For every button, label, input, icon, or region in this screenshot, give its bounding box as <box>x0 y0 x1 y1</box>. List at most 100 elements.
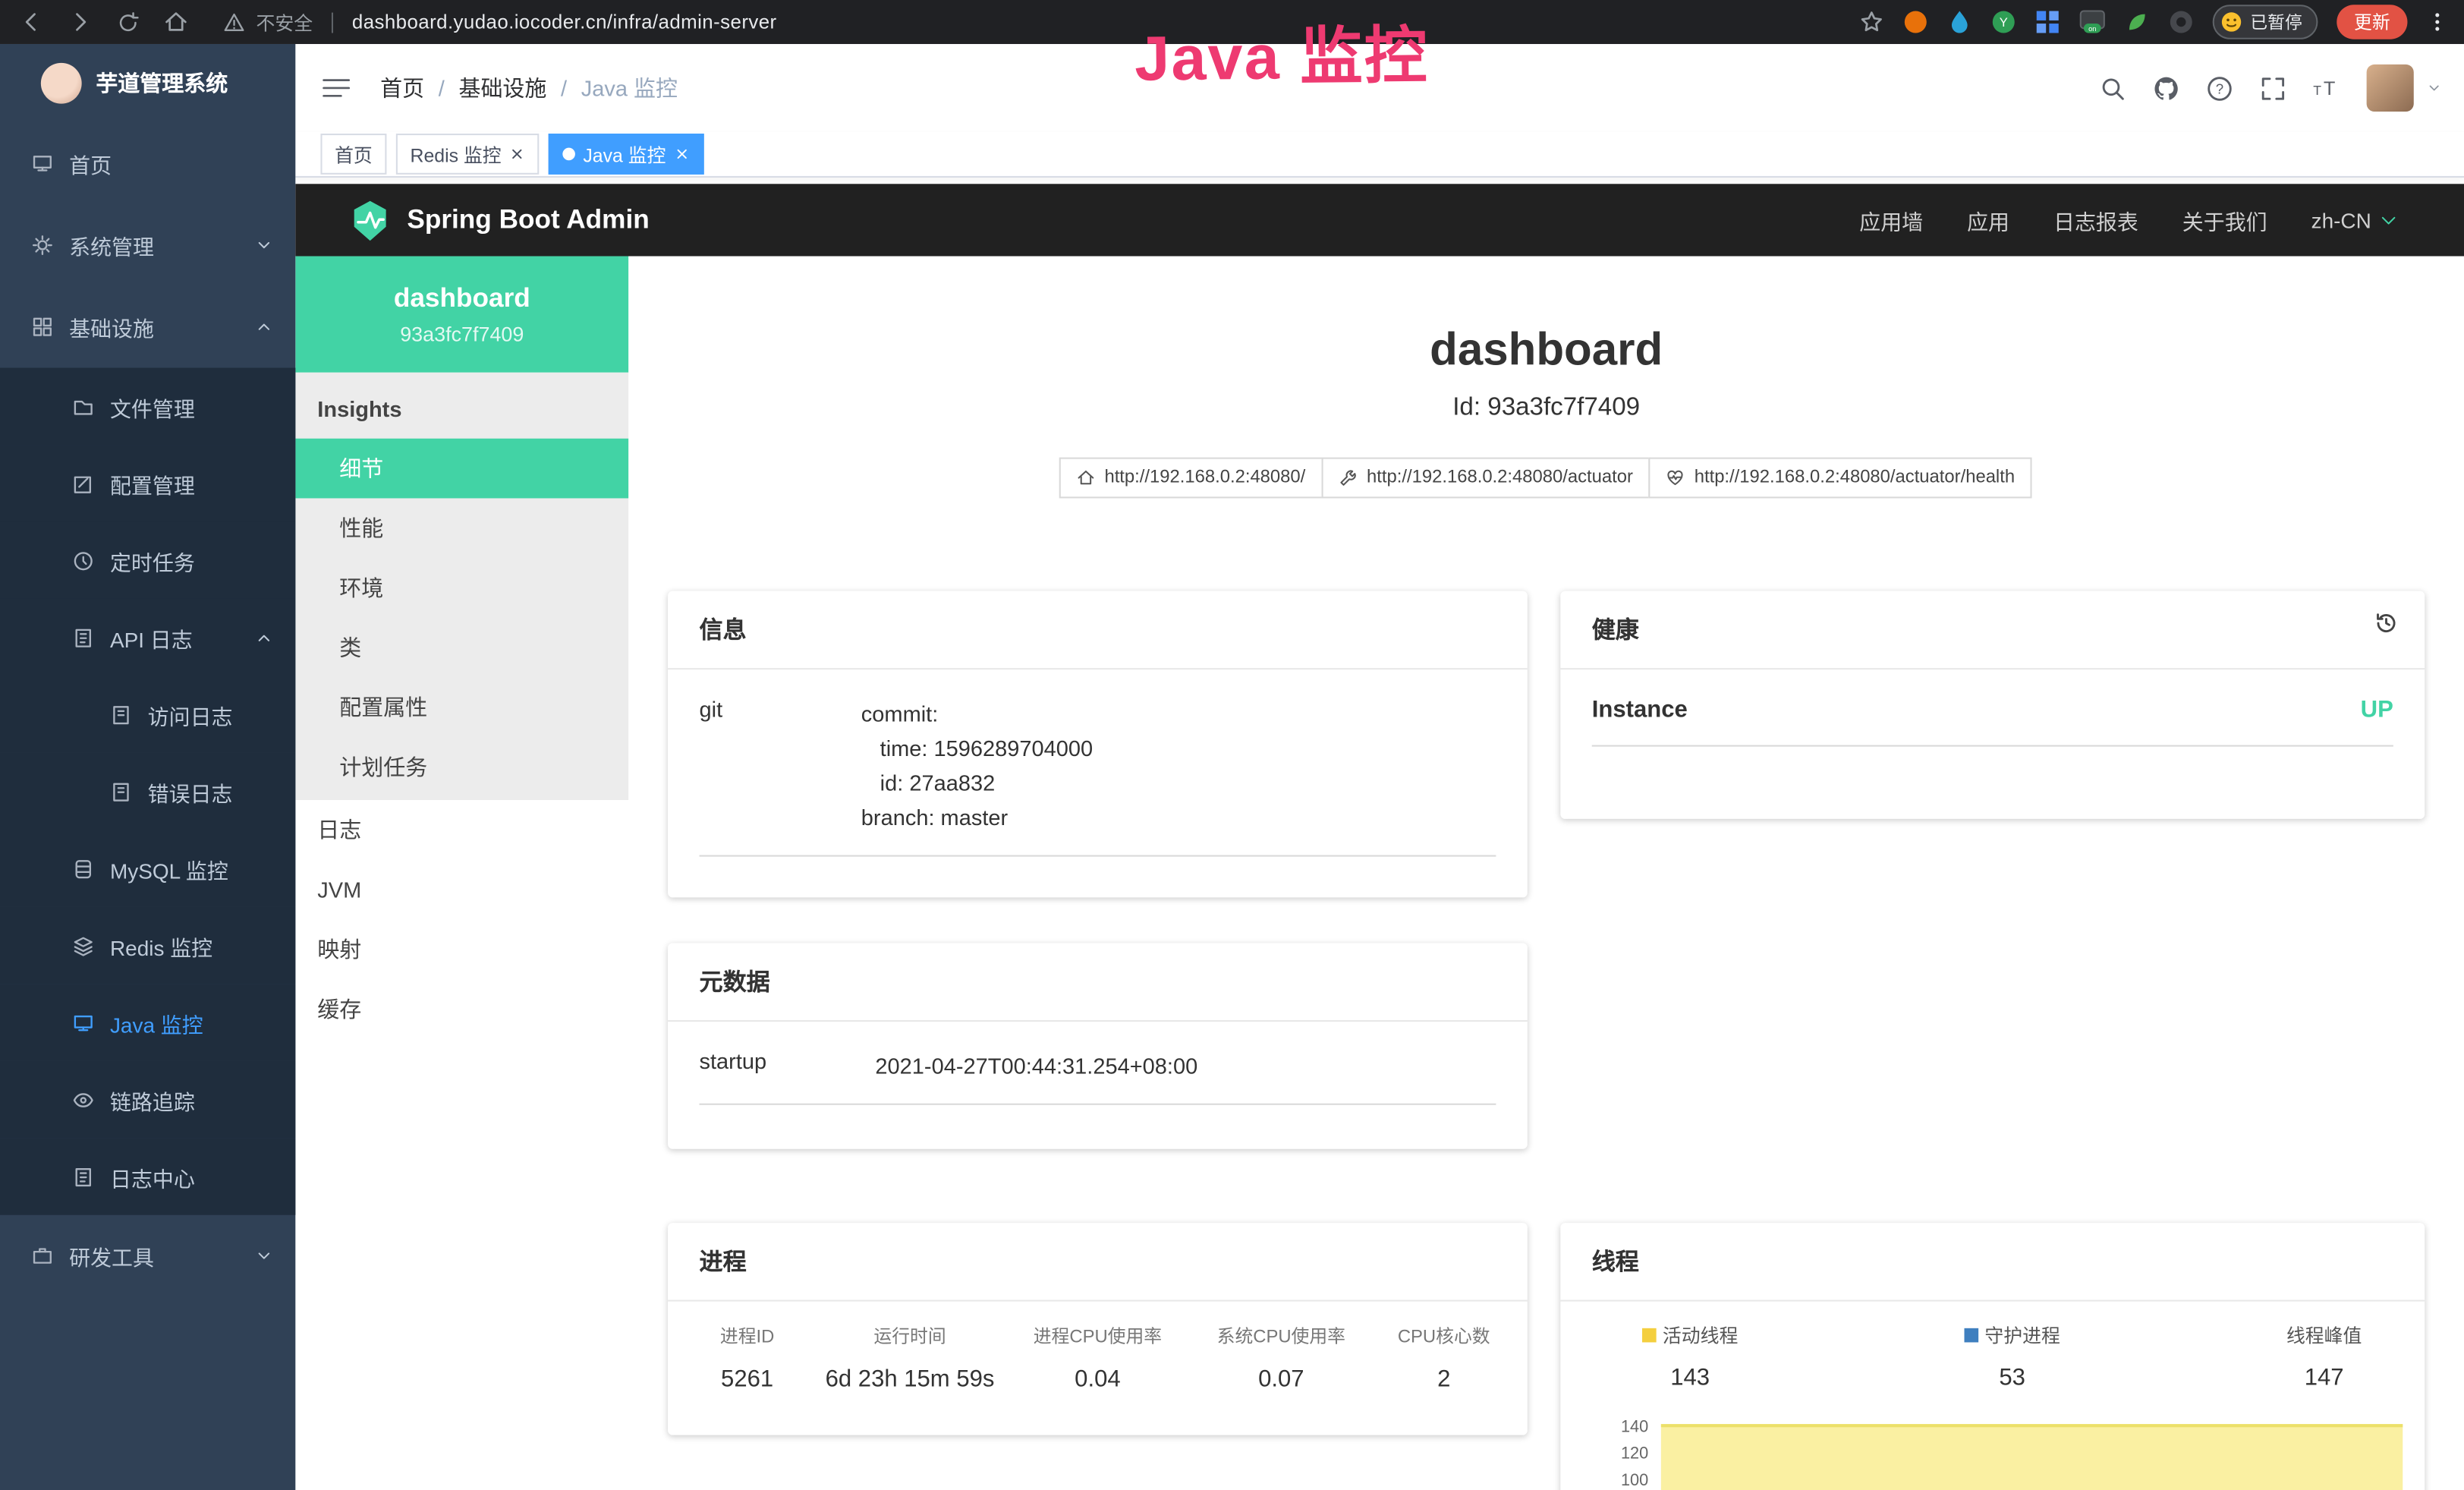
sba-nav-applications[interactable]: 应用 <box>1967 204 2009 235</box>
forward-icon[interactable] <box>68 9 93 34</box>
sidebar-item-mysql[interactable]: MySQL 监控 <box>0 830 295 906</box>
sba-nav-language[interactable]: zh-CN <box>2311 208 2398 232</box>
sidebar-item-redis[interactable]: Redis 监控 <box>0 907 295 984</box>
sidebar-item-devtools[interactable]: 研发工具 <box>0 1215 295 1297</box>
header-actions: ? TT <box>2100 65 2464 112</box>
status-badge: UP <box>2361 696 2393 723</box>
sba-item-caches[interactable]: 缓存 <box>295 979 628 1039</box>
bookmark-star-icon[interactable] <box>1859 9 1884 34</box>
refresh-icon[interactable] <box>116 10 140 33</box>
app-logo[interactable]: 芋道管理系统 <box>0 44 295 123</box>
user-avatar[interactable] <box>2367 65 2414 112</box>
history-icon[interactable] <box>2373 610 2399 636</box>
extension-dark-icon[interactable] <box>2169 9 2194 34</box>
paused-label: 已暂停 <box>2250 9 2302 34</box>
tags-view: 首页 Redis 监控 Java 监控 <box>295 132 2464 178</box>
sidebar-item-error-log[interactable]: 错误日志 <box>0 753 295 830</box>
metadata-card: 元数据 startup 2021-04-27T00:44:31.254+08:0… <box>668 943 1528 1148</box>
github-icon[interactable] <box>2153 74 2179 101</box>
extension-green-y-icon[interactable]: Y <box>1991 9 2016 34</box>
sidebar-item-system[interactable]: 系统管理 <box>0 204 295 286</box>
sidebar-item-config[interactable]: 配置管理 <box>0 445 295 521</box>
instance-link-root[interactable]: http://192.168.0.2:48080/ <box>1059 458 1323 499</box>
threads-card: 线程 活动线程 143 守护进程 53 线程峰值 <box>1560 1223 2425 1490</box>
log-doc-icon <box>110 704 132 726</box>
sba-item-scheduled-tasks[interactable]: 计划任务 <box>295 737 628 797</box>
sba-item-jvm[interactable]: JVM <box>295 860 628 920</box>
language-label: zh-CN <box>2311 208 2371 232</box>
hamburger-icon[interactable] <box>320 72 351 103</box>
sidebar-item-job[interactable]: 定时任务 <box>0 522 295 599</box>
screen: Java 监控 不安全 dashboard.yudao.iocoder.cn/i… <box>0 0 2464 1490</box>
sba-item-environment[interactable]: 环境 <box>295 558 628 618</box>
instance-id: 93a3fc7f7409 <box>400 323 524 346</box>
sba-brand[interactable]: Spring Boot Admin <box>407 204 649 235</box>
instance-name: dashboard <box>394 283 530 314</box>
help-icon[interactable]: ? <box>2206 74 2233 101</box>
browser-menu-icon[interactable] <box>2426 11 2448 33</box>
legend-label: 守护进程 <box>1984 1322 2060 1349</box>
threads-chart: 140 120 100 <box>1589 1412 2406 1490</box>
sidebar-item-label: MySQL 监控 <box>110 852 228 884</box>
breadcrumb-item-current: Java 监控 <box>581 72 678 103</box>
metadata-value: 2021-04-27T00:44:31.254+08:00 <box>875 1048 1496 1083</box>
home-icon[interactable] <box>163 9 188 34</box>
sidebar-item-log-center[interactable]: 日志中心 <box>0 1138 295 1214</box>
sba-item-metrics[interactable]: 性能 <box>295 498 628 558</box>
info-key: git <box>700 696 861 834</box>
sba-item-configprops[interactable]: 配置属性 <box>295 678 628 738</box>
sba-item-details[interactable]: 细节 <box>295 439 628 499</box>
metadata-card-body: startup 2021-04-27T00:44:31.254+08:00 <box>668 1022 1528 1132</box>
process-col-uptime: 运行时间 6d 23h 15m 59s <box>814 1324 1006 1393</box>
sba-nav-about[interactable]: 关于我们 <box>2182 204 2267 235</box>
components-icon <box>31 316 53 338</box>
instance-link-actuator[interactable]: http://192.168.0.2:48080/actuator <box>1321 458 1651 499</box>
sidebar-item-trace[interactable]: 链路追踪 <box>0 1061 295 1138</box>
extension-grid-icon[interactable] <box>2035 9 2060 34</box>
extension-drop-icon[interactable] <box>1947 9 1972 34</box>
fullscreen-icon[interactable] <box>2260 74 2286 101</box>
sidebar-item-label: 链路追踪 <box>110 1084 195 1115</box>
breadcrumb-item[interactable]: 首页 <box>380 72 424 103</box>
sidebar-item-home[interactable]: 首页 <box>0 123 295 205</box>
health-card: 健康 Instance UP <box>1560 591 2425 819</box>
sidebar-item-api-log[interactable]: API 日志 <box>0 599 295 676</box>
extension-on-switch-icon[interactable]: on <box>2079 9 2106 34</box>
process-card-title: 进程 <box>668 1223 1528 1302</box>
threads-card-title: 线程 <box>1560 1223 2425 1302</box>
instance-link-health[interactable]: http://192.168.0.2:48080/actuator/health <box>1649 458 2032 499</box>
breadcrumb-item[interactable]: 基础设施 <box>458 72 546 103</box>
sba-item-loggers[interactable]: 日志 <box>295 800 628 860</box>
close-icon[interactable] <box>509 146 525 162</box>
tab-java[interactable]: Java 监控 <box>549 134 703 175</box>
sidebar-item-file[interactable]: 文件管理 <box>0 368 295 445</box>
tab-home[interactable]: 首页 <box>320 134 386 175</box>
avatar-caret-icon[interactable] <box>2426 80 2442 96</box>
sidebar-item-label: 定时任务 <box>110 545 195 576</box>
extension-orange-icon[interactable] <box>1903 9 1928 34</box>
sba-instance-header[interactable]: dashboard 93a3fc7f7409 <box>295 257 628 373</box>
sba-nav-journal[interactable]: 日志报表 <box>2053 204 2138 235</box>
breadcrumb: 首页 / 基础设施 / Java 监控 <box>380 72 678 103</box>
sidebar-item-access-log[interactable]: 访问日志 <box>0 676 295 752</box>
font-size-icon[interactable]: TT <box>2313 74 2340 101</box>
search-icon[interactable] <box>2100 74 2126 101</box>
close-icon[interactable] <box>674 146 690 162</box>
sba-content: dashboard Id: 93a3fc7f7409 http://192.16… <box>628 257 2464 1490</box>
legend-swatch-blue <box>1964 1328 1978 1343</box>
sba-nav-wallboard[interactable]: 应用墙 <box>1859 204 1923 235</box>
extension-leaf-icon[interactable] <box>2125 9 2150 34</box>
sidebar-item-java[interactable]: Java 监控 <box>0 984 295 1060</box>
sba-item-mappings[interactable]: 映射 <box>295 919 628 979</box>
info-value: commit: time: 1596289704000 id: 27aa832 … <box>861 696 1496 834</box>
edit-icon <box>72 472 94 494</box>
tab-redis[interactable]: Redis 监控 <box>396 134 539 175</box>
metadata-card-title: 元数据 <box>668 943 1528 1022</box>
paused-extension-badge[interactable]: 已暂停 <box>2213 5 2318 39</box>
sidebar-item-infra[interactable]: 基础设施 <box>0 286 295 368</box>
back-icon[interactable] <box>19 9 44 34</box>
address-bar[interactable]: 不安全 dashboard.yudao.iocoder.cn/infra/adm… <box>223 8 777 35</box>
link-label: http://192.168.0.2:48080/actuator/health <box>1695 468 2015 487</box>
update-button[interactable]: 更新 <box>2337 5 2407 39</box>
sba-item-classes[interactable]: 类 <box>295 618 628 678</box>
